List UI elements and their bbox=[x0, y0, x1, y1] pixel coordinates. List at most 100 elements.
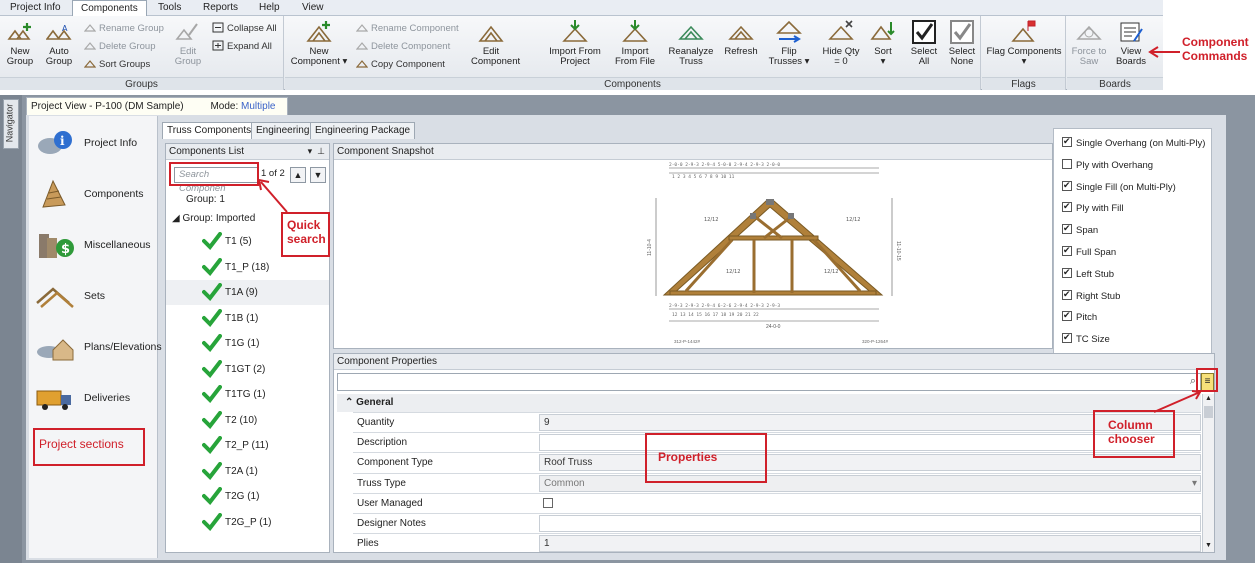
svg-text:11-10-4: 11-10-4 bbox=[647, 239, 653, 256]
view-boards-button[interactable]: View Boards bbox=[1111, 19, 1151, 75]
component-tree-item[interactable]: T1TG (1) bbox=[166, 382, 329, 407]
property-value[interactable] bbox=[539, 515, 1201, 532]
section-item-miscellaneous[interactable]: $ Miscellaneous bbox=[29, 220, 158, 270]
project-info-icon: i bbox=[38, 131, 72, 154]
checkbox[interactable] bbox=[1062, 288, 1072, 300]
component-tree-item[interactable]: T2_P (11) bbox=[166, 433, 329, 458]
expand-icon bbox=[212, 40, 224, 51]
rename-group-button[interactable]: Rename Group bbox=[84, 21, 164, 37]
edit-component-button[interactable]: Edit Component bbox=[471, 19, 520, 75]
property-value[interactable]: 1 bbox=[539, 535, 1201, 553]
tab-engineering-package[interactable]: Engineering Package bbox=[310, 122, 416, 139]
project-view-tab[interactable]: Project View - P-100 (DM Sample) Mode: M… bbox=[26, 97, 288, 129]
component-tree-item-label: T2A (1) bbox=[225, 465, 258, 477]
hide-qty-label: Hide Qty = 0 bbox=[822, 46, 860, 67]
column-chooser-item[interactable]: Ply with Overhang bbox=[1062, 158, 1154, 173]
checkbox[interactable] bbox=[1062, 200, 1072, 213]
import-from-project-button[interactable]: Import From Project bbox=[545, 19, 605, 75]
force-to-saw-button[interactable]: Force to Saw bbox=[1069, 19, 1109, 75]
column-chooser-item[interactable]: Pitch bbox=[1062, 309, 1097, 325]
expand-all-button[interactable]: Expand All bbox=[212, 39, 272, 55]
section-item-deliveries[interactable]: Deliveries bbox=[29, 373, 158, 423]
page-down-button[interactable]: ▼ bbox=[310, 167, 326, 183]
tab-truss-components[interactable]: Truss Components bbox=[162, 122, 257, 139]
new-component-button[interactable]: New Component ▾ bbox=[288, 19, 350, 75]
column-chooser-item[interactable]: Right Stub bbox=[1062, 288, 1120, 304]
sort-groups-button[interactable]: Sort Groups bbox=[84, 57, 150, 73]
tree-group-imported[interactable]: ◢ Group: Imported bbox=[172, 213, 255, 224]
checkbox[interactable] bbox=[1062, 309, 1072, 322]
collapse-all-button[interactable]: Collapse All bbox=[212, 21, 277, 37]
flip-trusses-button[interactable]: Flip Trusses ▾ bbox=[765, 19, 813, 75]
collapse-all-label: Collapse All bbox=[227, 23, 277, 34]
copy-component-button[interactable]: Copy Component bbox=[356, 57, 445, 73]
column-chooser-item[interactable]: Single Fill (on Multi-Ply) bbox=[1062, 179, 1176, 195]
property-row: Plies 1 bbox=[353, 533, 1201, 553]
dropdown-arrow-icon[interactable]: ▾ bbox=[308, 146, 313, 156]
user-managed-checkbox[interactable] bbox=[543, 497, 553, 508]
menu-tab-project-info[interactable]: Project Info bbox=[2, 0, 69, 16]
property-name: Description bbox=[357, 437, 408, 449]
tab-engineering[interactable]: Engineering bbox=[251, 122, 315, 139]
select-all-icon bbox=[912, 20, 936, 44]
pin-icon[interactable]: ⊥ bbox=[317, 146, 325, 156]
column-chooser-item[interactable]: Left Stub bbox=[1062, 266, 1114, 282]
property-value[interactable]: Common ▾ bbox=[539, 474, 1201, 492]
flag-components-button[interactable]: Flag Components ▾ bbox=[986, 19, 1062, 75]
component-tree-item[interactable]: T1B (1) bbox=[166, 306, 329, 331]
component-tree-item[interactable]: T2A (1) bbox=[166, 459, 329, 484]
select-all-button[interactable]: Select All bbox=[905, 19, 943, 75]
scroll-down-icon[interactable]: ▼ bbox=[1204, 542, 1213, 551]
section-item-components[interactable]: Components bbox=[29, 169, 158, 219]
component-tree-item[interactable]: T1_P (18) bbox=[166, 255, 329, 280]
menu-tab-reports[interactable]: Reports bbox=[195, 0, 246, 16]
menu-tab-view[interactable]: View bbox=[294, 0, 332, 16]
menu-tab-help[interactable]: Help bbox=[251, 0, 288, 16]
column-chooser-item[interactable]: Single Overhang (on Multi-Ply) bbox=[1062, 135, 1205, 151]
column-chooser-item[interactable]: Full Span bbox=[1062, 244, 1116, 260]
component-tree-item[interactable]: T1GT (2) bbox=[166, 357, 329, 382]
rename-component-button[interactable]: Rename Component bbox=[356, 21, 459, 37]
hide-qty-button[interactable]: Hide Qty = 0 bbox=[821, 19, 861, 75]
checkbox[interactable] bbox=[1062, 222, 1072, 235]
new-group-button[interactable]: New Group bbox=[1, 19, 39, 75]
checkbox[interactable] bbox=[1062, 244, 1072, 256]
edit-group-button[interactable]: Edit Group bbox=[170, 19, 206, 75]
component-tree-item[interactable]: T2G (1) bbox=[166, 484, 329, 509]
checkbox[interactable] bbox=[1062, 158, 1072, 169]
properties-filter-input[interactable]: ⌕ bbox=[337, 373, 1201, 391]
component-tree-item[interactable]: T1G (1) bbox=[166, 331, 329, 356]
svg-text:1 2 3 4 5 6 7 8: 1 2 3 4 5 6 7 8 9 10 11 bbox=[672, 174, 735, 180]
select-none-button[interactable]: Select None bbox=[943, 19, 981, 75]
left-pitch: 12/12 bbox=[704, 217, 718, 223]
menu-tab-components[interactable]: Components bbox=[72, 0, 147, 17]
delete-group-button[interactable]: Delete Group bbox=[84, 39, 156, 55]
tree-group-1[interactable]: Group: 1 bbox=[186, 194, 225, 205]
column-chooser-item[interactable]: Span bbox=[1062, 222, 1098, 238]
import-from-file-button[interactable]: Import From File bbox=[611, 19, 659, 75]
column-chooser-item[interactable]: Ply with Fill bbox=[1062, 200, 1124, 216]
category-general[interactable]: ⌃ General bbox=[337, 394, 1201, 412]
section-item-plans-elevations[interactable]: Plans/Elevations bbox=[29, 322, 162, 372]
column-chooser-item-label: Ply with Overhang bbox=[1076, 159, 1154, 171]
flags-group-label: Flags bbox=[982, 77, 1065, 90]
section-item-sets[interactable]: Sets bbox=[29, 271, 158, 321]
checkbox[interactable] bbox=[1062, 266, 1072, 278]
component-tree-item[interactable]: T2G_P (1) bbox=[166, 510, 329, 535]
properties-scrollbar[interactable]: ▲ ▼ bbox=[1202, 394, 1214, 552]
checkbox[interactable] bbox=[1062, 135, 1072, 147]
checkbox[interactable] bbox=[1062, 179, 1072, 191]
checkbox[interactable] bbox=[1062, 331, 1072, 344]
sort-button[interactable]: Sort ▾ bbox=[865, 19, 901, 75]
navigator-tab[interactable]: Navigator bbox=[3, 99, 19, 149]
component-tree-item[interactable]: T1A (9) bbox=[166, 280, 329, 305]
menu-tab-tools[interactable]: Tools bbox=[150, 0, 189, 16]
column-chooser-item[interactable]: TC Size bbox=[1062, 331, 1110, 347]
auto-group-button[interactable]: A Auto Group bbox=[41, 19, 77, 75]
component-tree-item[interactable]: T2 (10) bbox=[166, 408, 329, 433]
refresh-button[interactable]: Refresh bbox=[721, 19, 761, 75]
section-item-project-info[interactable]: i Projeсt Info bbox=[29, 118, 158, 168]
reanalyze-truss-button[interactable]: Reanalyze Truss bbox=[665, 19, 717, 75]
green-check-icon bbox=[202, 385, 222, 403]
delete-component-button[interactable]: Delete Component bbox=[356, 39, 450, 55]
